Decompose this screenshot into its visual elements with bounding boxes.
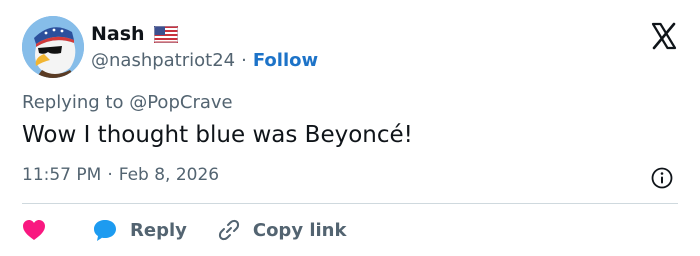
replying-prefix: Replying to [22,92,124,113]
copy-link-button[interactable]: Copy link [187,218,347,242]
tweet-text: Wow I thought blue was Beyoncé! [22,122,413,148]
us-flag-icon [153,25,178,43]
like-button[interactable] [22,219,46,241]
tweet-time[interactable]: 11:57 PM [22,165,101,185]
eagle-avatar-icon [22,16,84,78]
x-logo-icon[interactable] [650,22,678,50]
divider [22,203,678,204]
heart-icon [23,220,45,240]
copy-link-label: Copy link [252,219,347,241]
reply-button[interactable]: Reply [46,218,187,242]
replying-mention[interactable]: @PopCrave [129,92,232,113]
tweet-meta: 11:57 PM · Feb 8, 2026 [22,165,219,185]
author-name[interactable]: Nash [91,23,145,45]
follow-button[interactable]: Follow [253,50,318,71]
tweet-date[interactable]: Feb 8, 2026 [119,165,219,185]
meta-separator: · [107,165,113,185]
author-handle[interactable]: @nashpatriot24 [91,50,235,71]
reply-label: Reply [130,219,187,241]
chat-bubble-icon [94,220,116,241]
link-icon [218,219,239,241]
info-icon[interactable] [650,166,674,190]
action-bar: Reply Copy link [22,214,346,246]
replying-to: Replying to @PopCrave [22,92,233,113]
avatar[interactable] [22,16,84,78]
handle-separator: · [241,49,247,71]
